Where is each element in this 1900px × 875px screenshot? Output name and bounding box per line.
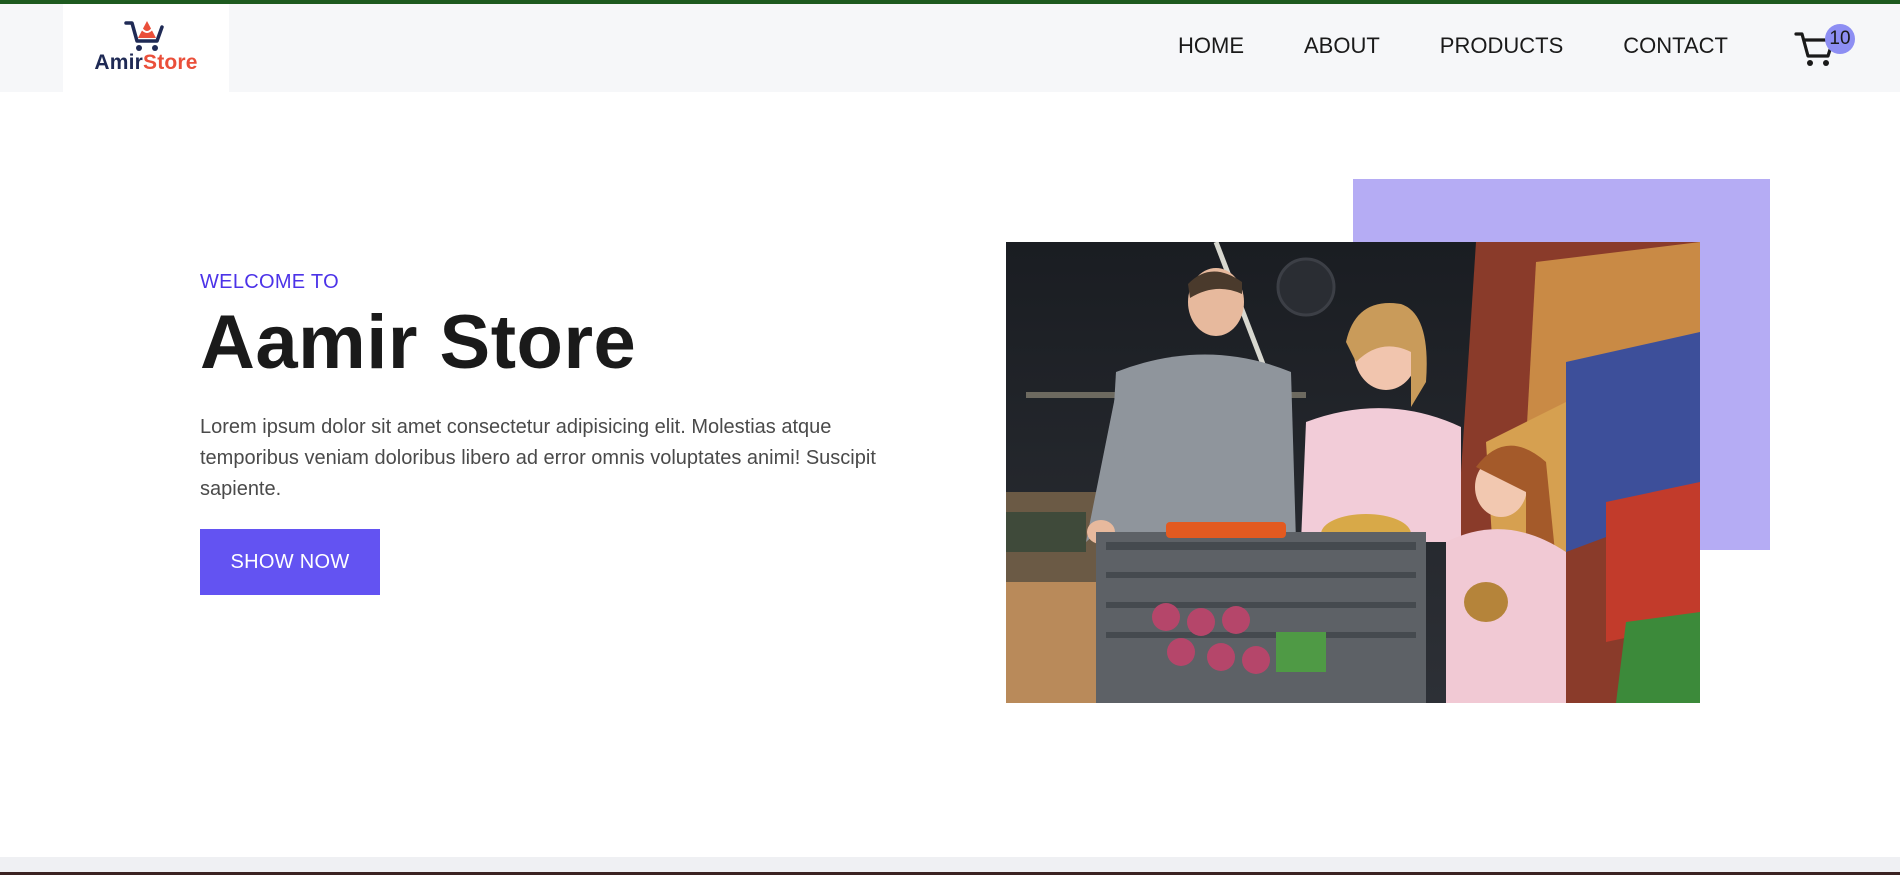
navbar: AmirStore HOME ABOUT PRODUCTS CONTACT 10 (0, 4, 1900, 92)
shopping-family-photo (1006, 242, 1700, 703)
brand-logo[interactable]: AmirStore (63, 4, 229, 92)
hero-eyebrow: WELCOME TO (200, 271, 339, 293)
nav-about[interactable]: ABOUT (1304, 33, 1380, 59)
hero-description: Lorem ipsum dolor sit amet consectetur a… (200, 416, 876, 500)
nav-contact[interactable]: CONTACT (1623, 33, 1728, 59)
main-nav: HOME ABOUT PRODUCTS CONTACT (1178, 33, 1728, 59)
nav-products[interactable]: PRODUCTS (1440, 33, 1563, 59)
brand-name-part1: Amir (94, 51, 143, 74)
hero-content: WELCOME TO Aamir Store Lorem ipsum dolor… (200, 268, 880, 595)
brand-name: AmirStore (63, 51, 229, 75)
brand-name-part2: Store (142, 51, 198, 74)
show-now-button[interactable]: SHOW NOW (200, 529, 380, 595)
page-bottom-edge (0, 857, 1900, 875)
hero-image (1006, 242, 1700, 703)
hero-title: Aamir Store (200, 300, 637, 385)
cart-logo-icon (124, 21, 164, 51)
nav-home[interactable]: HOME (1178, 33, 1244, 59)
cart-count-badge: 10 (1825, 24, 1855, 54)
cart-button[interactable]: 10 (1793, 24, 1855, 74)
